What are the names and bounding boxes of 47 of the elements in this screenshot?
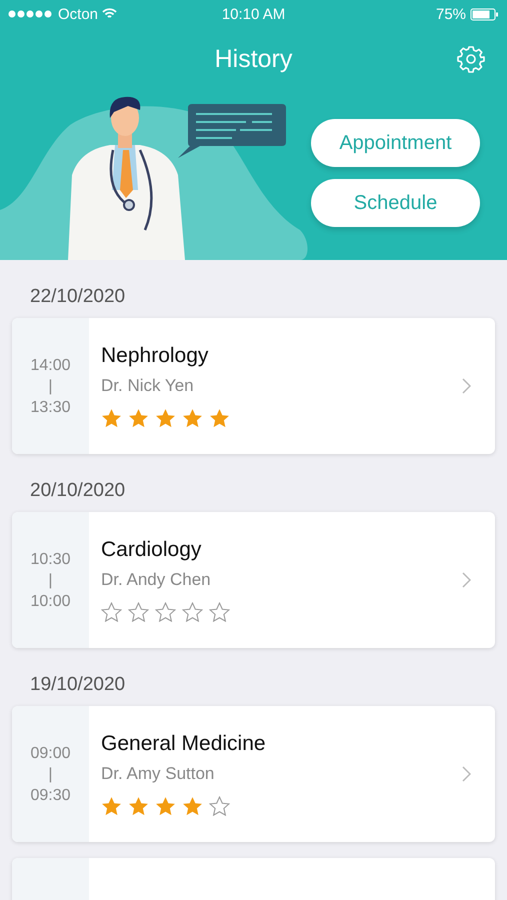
settings-icon[interactable] (457, 45, 485, 73)
filled-star-icon (155, 796, 176, 816)
empty-star-icon (101, 602, 122, 622)
chevron-right-icon (462, 572, 471, 588)
visit-date: 22/10/2020 (29, 285, 126, 309)
visit-card[interactable]: 14:00 | 13:30 Nephrology Dr. Nick Yen (12, 318, 495, 454)
filled-star-icon (182, 796, 203, 816)
battery-icon (470, 8, 500, 20)
doctor-name: Dr. Andy Chen (101, 570, 212, 590)
visit-date: 19/10/2020 (29, 673, 126, 697)
start-time: 14:00 (30, 356, 71, 376)
department-name: Cardiology (101, 538, 202, 562)
department-name: Nephrology (101, 344, 210, 368)
filled-star-icon (182, 408, 203, 428)
filled-star-icon (128, 408, 149, 428)
visit-card[interactable]: 09:00 | 09:30 General Medicine Dr. Amy Sutton (12, 706, 495, 842)
filled-star-icon (155, 408, 176, 428)
empty-star-icon (209, 602, 230, 622)
department-name: General Medicine (101, 732, 267, 756)
time-separator: | (48, 764, 53, 784)
wifi-icon (102, 8, 118, 20)
filled-star-icon (128, 796, 149, 816)
filled-star-icon (209, 408, 230, 428)
carrier-name: Octon (58, 6, 98, 22)
end-time: 13:30 (30, 398, 71, 418)
empty-star-icon (128, 602, 149, 622)
end-time: 10:00 (30, 592, 71, 612)
doctor-name: Dr. Nick Yen (101, 376, 195, 396)
end-time: 09:30 (30, 786, 71, 806)
battery-percent: 75% (436, 6, 466, 22)
chevron-right-icon (462, 766, 471, 782)
doctor-name: Dr. Amy Sutton (101, 764, 216, 784)
empty-star-icon (155, 602, 176, 622)
start-time: 09:00 (30, 744, 71, 764)
visit-date: 20/10/2020 (29, 479, 126, 503)
clock-time: 10:10 AM (222, 6, 286, 22)
chevron-right-icon (462, 378, 471, 394)
filled-star-icon (101, 796, 122, 816)
screen-title: History (214, 44, 292, 74)
time-separator: | (48, 570, 53, 590)
filled-star-icon (101, 408, 122, 428)
signal-icon (8, 10, 54, 18)
empty-star-icon (209, 796, 230, 816)
time-separator: | (48, 376, 53, 396)
visit-card[interactable]: 10:30 | 10:00 Cardiology Dr. Andy Chen (12, 512, 495, 648)
empty-star-icon (182, 602, 203, 622)
start-time: 10:30 (30, 550, 71, 570)
